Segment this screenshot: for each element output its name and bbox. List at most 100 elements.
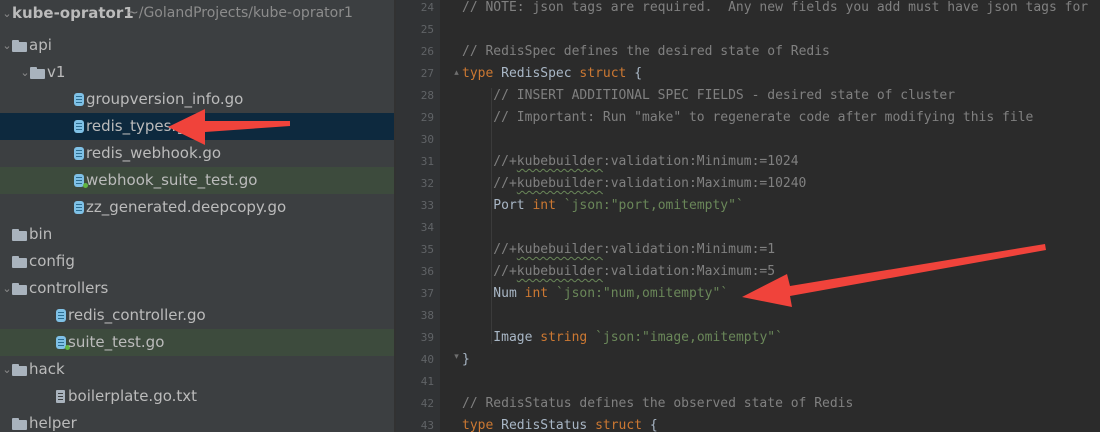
line-number: 37 [420, 287, 434, 300]
tree-folder-row[interactable]: ⌄ v1 [0, 59, 394, 86]
code-token: struct [579, 66, 635, 81]
tree-file-row[interactable]: redis_controller.go [0, 302, 394, 329]
code-token: Port [462, 198, 533, 213]
tree-item-label: config [29, 252, 75, 270]
code-token: // INSERT ADDITIONAL SPEC FIELDS - desir… [462, 88, 956, 103]
tree-item-label: v1 [47, 63, 66, 81]
tree-file-row[interactable]: redis_webhook.go [0, 140, 394, 167]
tree-item-label: groupversion_info.go [86, 90, 244, 108]
line-number: 25 [420, 23, 434, 36]
code-token: { [649, 418, 658, 432]
code-token: :validation:Maximum:=5 [602, 264, 776, 279]
code-token: ` [735, 198, 744, 213]
go-test-file-icon [74, 174, 88, 188]
code-token: :validation:Minimum:=1024 [602, 154, 799, 169]
tree-item-label: bin [29, 225, 53, 243]
code-token: { [634, 66, 643, 81]
tree-item-label: helper [29, 414, 77, 432]
tree-item-label: boilerplate.go.txt [68, 387, 198, 405]
line-number: 42 [420, 397, 434, 410]
project-root-row[interactable]: ⌄ kube-oprator1 ~/GolandProjects/kube-op… [0, 0, 394, 27]
code-token: Num [462, 286, 525, 301]
code-token: "port,omitempty" [610, 198, 736, 213]
tree-file-row[interactable]: webhook_suite_test.go [0, 167, 394, 194]
indent-guide [491, 88, 492, 344]
code-token: struct [595, 418, 650, 432]
code-line[interactable]: type RedisStatus struct { [462, 415, 658, 432]
code-token: //+ [462, 264, 517, 279]
go-file-icon [74, 120, 84, 133]
code-token: defines the observed state of Redis [571, 396, 854, 411]
tree-item-label: redis_webhook.go [86, 144, 222, 162]
code-line[interactable]: // RedisSpec defines the desired state o… [462, 41, 830, 63]
tree-folder-row[interactable]: config [0, 248, 394, 275]
code-token: RedisSpec [485, 44, 556, 59]
tree-file-row[interactable]: zz_generated.deepcopy.go [0, 194, 394, 221]
tree-file-row[interactable]: redis_types.go [0, 113, 394, 140]
go-file-icon [74, 201, 84, 214]
code-token: "num,omitempty" [602, 286, 721, 301]
code-line[interactable]: // RedisStatus defines the observed stat… [462, 393, 853, 415]
code-line[interactable]: //+kubebuilder:validation:Maximum:=5 [462, 261, 775, 283]
code-token: int [524, 286, 556, 301]
folder-icon [12, 364, 27, 376]
tree-item-label: hack [29, 360, 65, 378]
tree-folder-row[interactable]: ⌄ hack [0, 356, 394, 383]
line-number: 40 [420, 353, 434, 366]
line-number: 36 [420, 265, 434, 278]
code-line[interactable]: // Important: Run "make" to regenerate c… [462, 107, 1033, 129]
code-token: :validation:Maximum:=10240 [602, 176, 807, 191]
code-line[interactable]: // NOTE: json tags are required. Any new… [462, 0, 1088, 19]
code-token: // [462, 396, 486, 411]
code-token: Image [462, 330, 541, 345]
code-token: kubebuilder [516, 154, 603, 169]
code-line[interactable]: Num int `json:"num,omitempty"` [462, 283, 728, 305]
code-token: kubebuilder [516, 176, 603, 191]
tree-file-row[interactable]: boilerplate.go.txt [0, 383, 394, 410]
code-token: // Important: Run "make" to regenerate c… [462, 110, 1034, 125]
code-token: ` [775, 330, 783, 345]
tree-file-row[interactable]: groupversion_info.go [0, 86, 394, 113]
tree-item-label: redis_types.go [86, 117, 195, 135]
go-file-icon [74, 93, 84, 106]
folder-icon [30, 67, 45, 79]
code-line[interactable]: //+kubebuilder:validation:Minimum:=1024 [462, 151, 799, 173]
line-number: 24 [420, 1, 434, 14]
code-line[interactable]: } [462, 349, 470, 371]
tree-file-row[interactable]: suite_test.go [0, 329, 394, 356]
folder-icon [12, 283, 27, 295]
code-line[interactable]: //+kubebuilder:validation:Maximum:=10240 [462, 173, 806, 195]
code-line[interactable]: //+kubebuilder:validation:Minimum:=1 [462, 239, 775, 261]
code-line[interactable]: Image string `json:"image,omitempty"` [462, 327, 783, 349]
line-number: 26 [420, 45, 434, 58]
tree-folder-row[interactable]: bin [0, 221, 394, 248]
code-line[interactable]: Port int `json:"port,omitempty"` [462, 195, 744, 217]
code-token: RedisSpec [501, 66, 580, 81]
tree-folder-row[interactable]: ⌄ api [0, 32, 394, 59]
code-token: RedisStatus [501, 418, 596, 432]
code-editor[interactable]: // NOTE: json tags are required. Any new… [440, 0, 1100, 432]
tree-item-label: zz_generated.deepcopy.go [86, 198, 287, 216]
tree-item-label: redis_controller.go [68, 306, 206, 324]
tree-folder-row[interactable]: helper [0, 410, 394, 432]
code-line[interactable]: // INSERT ADDITIONAL SPEC FIELDS - desir… [462, 85, 955, 107]
fold-marker-icon[interactable]: ▴ [452, 68, 461, 79]
line-number: 33 [420, 199, 434, 212]
tree-item-label: api [29, 36, 52, 54]
code-token: :validation:Minimum:=1 [602, 242, 776, 257]
code-token: `json: [555, 286, 603, 301]
code-token: "image,omitempty" [642, 330, 776, 345]
line-number-gutter: 24 25 26 27 28 29 30 31 32 33 34 35 36 37 38 39 40 41 42 43 [396, 0, 440, 432]
tree-item-label: suite_test.go [68, 333, 165, 351]
tree-item-label: controllers [29, 279, 109, 297]
code-token: `json: [563, 198, 611, 213]
project-name: kube-oprator1 [12, 4, 134, 22]
code-line[interactable]: type RedisSpec struct { [462, 63, 642, 85]
line-number: 35 [420, 243, 434, 256]
line-number: 39 [420, 331, 434, 344]
fold-marker-icon[interactable]: ▾ [452, 352, 461, 363]
tree-folder-row[interactable]: ⌄ controllers [0, 275, 394, 302]
line-number: 28 [420, 89, 434, 102]
project-path: ~/GolandProjects/kube-oprator1 [127, 5, 353, 21]
code-token: } [462, 352, 470, 367]
